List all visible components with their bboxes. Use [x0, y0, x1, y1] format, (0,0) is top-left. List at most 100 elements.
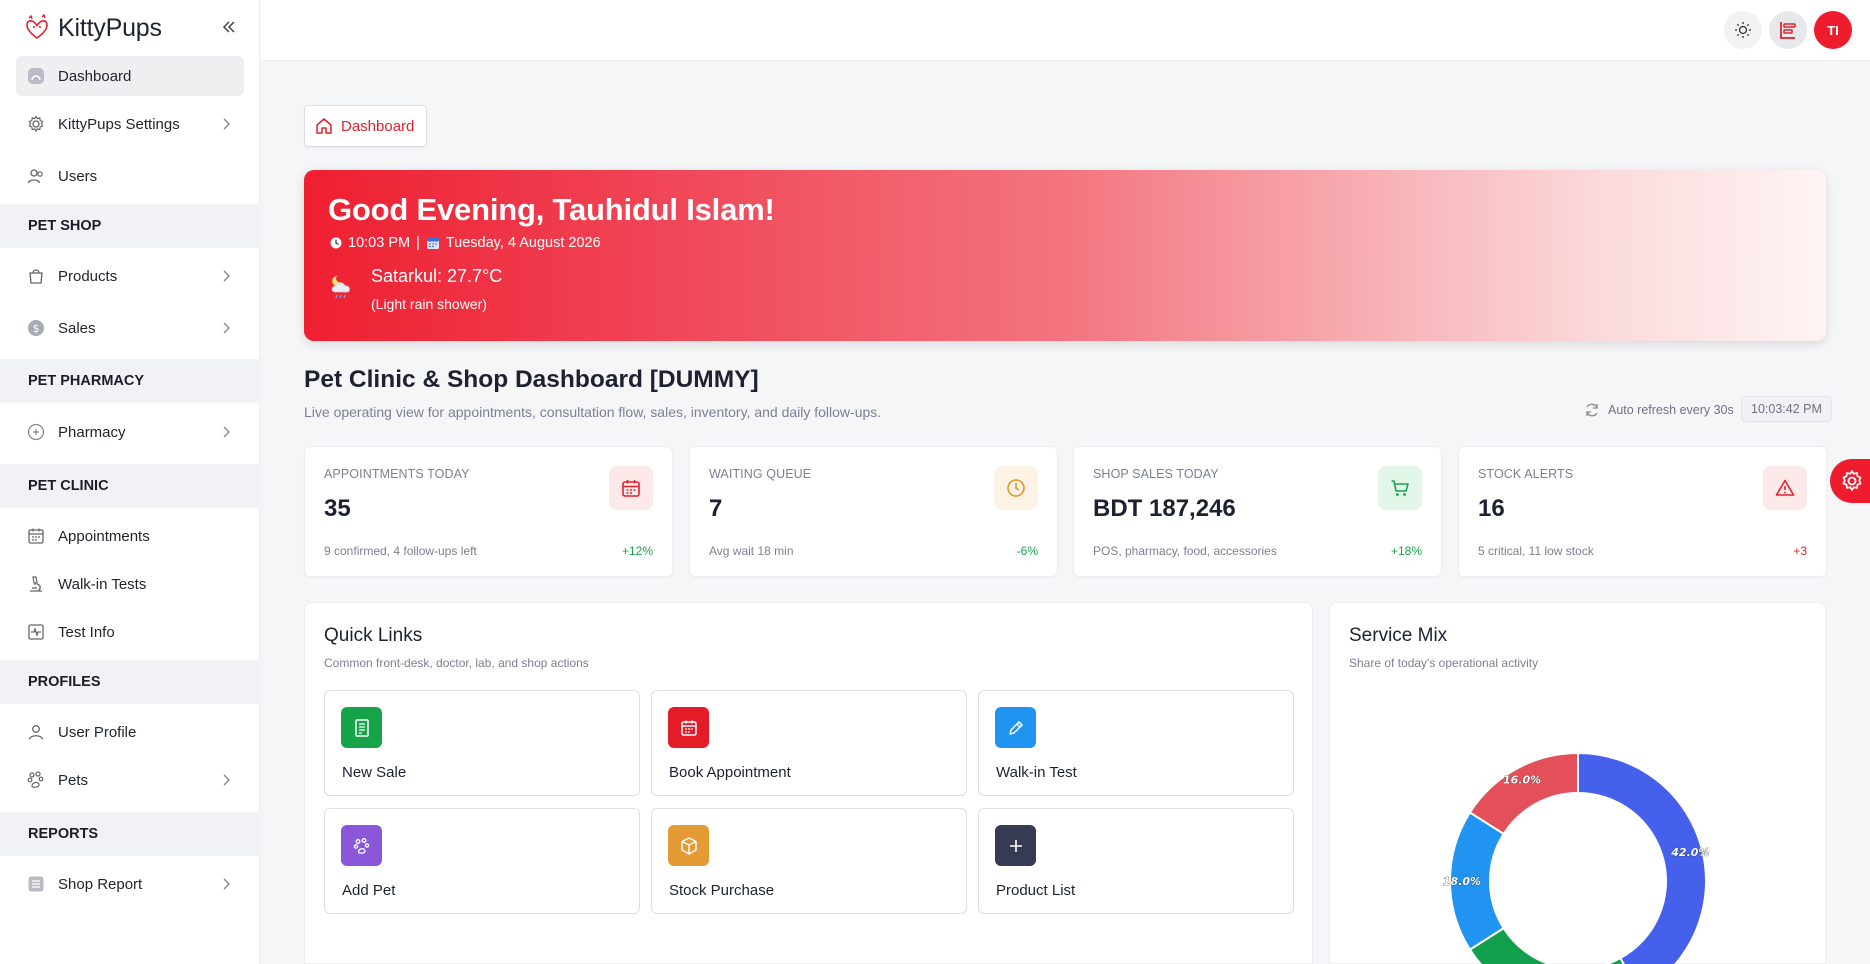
stat-delta: -6% [1016, 544, 1038, 558]
stat-delta: +18% [1390, 544, 1422, 558]
plus-icon [995, 825, 1036, 866]
floating-settings-button[interactable] [1830, 459, 1870, 503]
breadcrumb[interactable]: Dashboard [304, 105, 428, 147]
stat-note: 9 confirmed, 4 follow-ups left [324, 544, 477, 558]
microscope-icon [26, 574, 46, 594]
stat-label: SHOP SALES TODAY [1093, 467, 1219, 481]
sidebar-section-pet-shop: PET SHOP [0, 204, 259, 248]
sidebar-item-label: Products [58, 267, 118, 285]
receipt-icon [341, 707, 382, 748]
stat-note: POS, pharmacy, food, accessories [1093, 544, 1277, 558]
stat-card-appointments[interactable]: APPOINTMENTS TODAY 35 9 confirmed, 4 fol… [304, 446, 673, 577]
page-title: Pet Clinic & Shop Dashboard [DUMMY] [304, 366, 759, 393]
chevron-right-icon [220, 270, 232, 282]
clock-icon [330, 237, 342, 249]
avatar[interactable]: TI [1814, 11, 1852, 49]
sidebar-item-label: KittyPups Settings [58, 115, 180, 133]
sidebar-item-walk-in-tests[interactable]: Walk-in Tests [16, 564, 244, 604]
gear-icon [1842, 470, 1862, 491]
clock-icon [994, 466, 1038, 510]
plus-circle-icon [26, 422, 46, 442]
donut-slice[interactable] [1468, 751, 1579, 836]
quick-links-title: Quick Links [324, 625, 423, 646]
stat-card-shop-sales[interactable]: SHOP SALES TODAY BDT 187,246 POS, pharma… [1073, 446, 1442, 577]
sidebar-item-dashboard[interactable]: Dashboard [16, 56, 244, 96]
greeting-banner: Good Evening, Tauhidul Islam! 10:03 PM |… [304, 170, 1826, 341]
dashboard-icon [26, 66, 46, 86]
sidebar-item-appointments[interactable]: Appointments [16, 516, 244, 556]
sidebar-item-pharmacy[interactable]: Pharmacy [16, 412, 244, 452]
cart-icon [1378, 466, 1422, 510]
sidebar-item-test-info[interactable]: Test Info [16, 612, 244, 652]
sun-icon [1735, 22, 1751, 38]
sidebar-item-label: Sales [58, 319, 96, 337]
stat-card-waiting-queue[interactable]: WAITING QUEUE 7 Avg wait 18 min -6% [689, 446, 1058, 577]
hero-time: 10:03 PM [348, 235, 411, 251]
sidebar-section-pet-clinic: PET CLINIC [0, 464, 259, 508]
quick-links-subtitle: Common front-desk, doctor, lab, and shop… [324, 656, 589, 670]
refresh-icon [1586, 403, 1598, 417]
users-icon [26, 166, 46, 186]
paw-icon [26, 770, 46, 790]
service-mix-panel: Service Mix Share of today's operational… [1329, 602, 1826, 964]
quick-link-book-appointment[interactable]: Book Appointment [651, 690, 967, 796]
quick-link-new-sale[interactable]: New Sale [324, 690, 640, 796]
quick-link-label: Book Appointment [669, 764, 791, 781]
quick-link-add-pet[interactable]: Add Pet [324, 808, 640, 914]
calendar-icon [609, 466, 653, 510]
sidebar-item-pets[interactable]: Pets [16, 760, 244, 800]
sidebar-item-users[interactable]: Users [16, 156, 244, 196]
auto-refresh-indicator[interactable]: Auto refresh every 30s [1584, 402, 1734, 418]
sidebar-item-label: Users [58, 167, 98, 185]
stat-value: 35 [324, 495, 351, 522]
quick-link-label: Add Pet [342, 882, 396, 899]
sidebar-section-profiles: PROFILES [0, 660, 259, 704]
donut-slice-label: 42.0% [1670, 846, 1709, 859]
collapse-sidebar-button[interactable] [218, 16, 240, 38]
box-icon [668, 825, 709, 866]
quick-link-label: New Sale [342, 764, 407, 781]
sidebar-item-label: Appointments [58, 527, 150, 545]
sidebar-item-kittypups-settings[interactable]: KittyPups Settings [16, 104, 244, 144]
quick-link-walk-in-test[interactable]: Walk-in Test [978, 690, 1294, 796]
sidebar-section-reports: REPORTS [0, 812, 259, 856]
quick-link-product-list[interactable]: Product List [978, 808, 1294, 914]
brand[interactable]: KittyPups [24, 12, 162, 44]
donut-slice-label: 16.0% [1503, 773, 1541, 786]
dollar-icon: $ [26, 318, 46, 338]
sidebar-section-pet-pharmacy: PET PHARMACY [0, 359, 259, 403]
last-refresh-time: 10:03:42 PM [1741, 396, 1832, 422]
layout-toggle-button[interactable] [1769, 11, 1807, 49]
sidebar-item-label: Test Info [58, 623, 115, 641]
pen-icon [995, 707, 1036, 748]
stat-value: 16 [1478, 495, 1505, 522]
stat-card-stock-alerts[interactable]: STOCK ALERTS 16 5 critical, 11 low stock… [1458, 446, 1827, 577]
bag-icon [26, 266, 46, 286]
donut-slice-label: 18.0% [1443, 875, 1481, 888]
theme-toggle-button[interactable] [1724, 11, 1762, 49]
stat-delta: +3 [1793, 544, 1807, 558]
rain-cloud-icon [331, 276, 350, 299]
sidebar-item-products[interactable]: Products [16, 256, 244, 296]
sidebar-item-label: Dashboard [58, 67, 132, 85]
quick-link-label: Stock Purchase [669, 882, 775, 899]
sidebar-item-user-profile[interactable]: User Profile [16, 712, 244, 752]
hero-separator: | [416, 235, 420, 251]
stat-note: 5 critical, 11 low stock [1478, 544, 1594, 558]
quick-links-panel: Quick Links Common front-desk, doctor, l… [304, 602, 1313, 964]
sidebar-item-sales[interactable]: $ Sales [16, 308, 244, 348]
stat-value: BDT 187,246 [1093, 495, 1236, 522]
quick-link-stock-purchase[interactable]: Stock Purchase [651, 808, 967, 914]
weather-condition: (Light rain shower) [371, 296, 487, 312]
quick-link-label: Product List [996, 882, 1076, 899]
hero-date: Tuesday, 4 August 2026 [445, 235, 601, 251]
user-icon [26, 722, 46, 742]
service-mix-title: Service Mix [1349, 625, 1448, 646]
calendar-icon [668, 707, 709, 748]
quick-link-label: Walk-in Test [996, 764, 1077, 781]
sidebar-item-label: Pharmacy [58, 423, 126, 441]
svg-text:$: $ [33, 322, 40, 335]
stat-delta: +12% [621, 544, 653, 558]
sidebar-item-shop-report[interactable]: Shop Report [16, 864, 244, 904]
brand-name: KittyPups [58, 13, 162, 42]
